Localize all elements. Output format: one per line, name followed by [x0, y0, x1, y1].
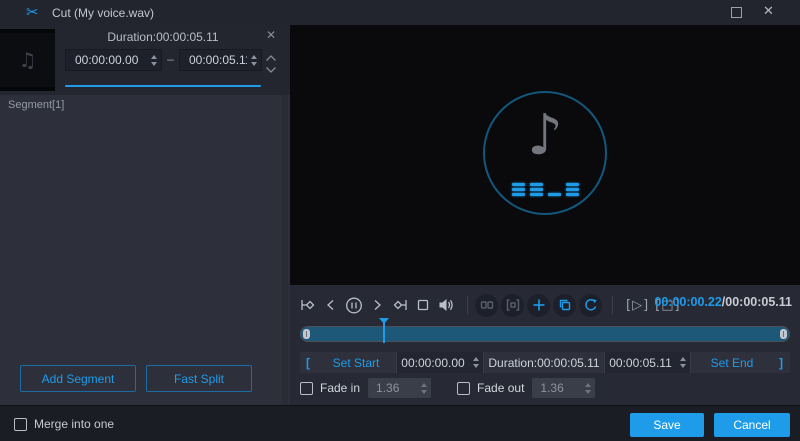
trim-start-spinbox[interactable]: [396, 352, 484, 373]
add-segment-button[interactable]: Add Segment: [20, 365, 136, 392]
segment-start-input[interactable]: [66, 53, 147, 67]
title-bar: ✂ Cut (My voice.wav) ✕: [0, 0, 800, 25]
trim-duration-label: Duration:00:00:05.11: [488, 355, 600, 370]
fade-in-checkbox[interactable]: [300, 381, 313, 395]
end-bracket-icon: ]: [779, 355, 783, 370]
spin-up-icon[interactable]: [421, 382, 428, 387]
copy-segment-button[interactable]: [553, 293, 576, 317]
trim-start-spinner[interactable]: [469, 352, 483, 373]
trim-end-spinbox[interactable]: [604, 352, 691, 373]
range-separator: –: [167, 52, 174, 66]
trim-end-spinner[interactable]: [676, 352, 690, 373]
fade-in-input[interactable]: [368, 381, 418, 395]
step-forward-icon[interactable]: [368, 296, 386, 314]
segment-duration-label: Duration:00:00:05.11: [107, 30, 219, 44]
fade-in-label: Fade in: [320, 381, 361, 395]
spin-down-icon[interactable]: [680, 364, 686, 368]
save-button[interactable]: Save: [630, 413, 704, 437]
trim-start-handle[interactable]: [303, 329, 310, 339]
segment-delete-icon[interactable]: ✕: [266, 28, 276, 42]
fade-out-spinner[interactable]: [581, 378, 595, 398]
spin-down-icon[interactable]: [151, 61, 157, 66]
segment-list-panel: ♫ Duration:00:00:05.11 – ✕: [0, 25, 290, 405]
spin-down-icon[interactable]: [421, 389, 428, 394]
spin-up-icon[interactable]: [585, 382, 592, 387]
play-segment-button[interactable]: [▷]: [626, 298, 649, 313]
divider: [612, 296, 613, 314]
add-segment-icon-button[interactable]: [527, 293, 550, 317]
set-end-button[interactable]: Set End: [691, 356, 773, 370]
fade-controls: Fade in Fade out: [300, 377, 621, 399]
spin-down-icon[interactable]: [585, 389, 592, 394]
segment-end-input[interactable]: [180, 53, 247, 67]
trim-bar: [ Set Start Duration:00:00:05.11 Set End…: [300, 352, 790, 373]
split-segment-button[interactable]: [475, 293, 498, 317]
cancel-button[interactable]: Cancel: [714, 413, 790, 437]
audio-preview-area: ♪: [290, 25, 800, 285]
trim-start-input[interactable]: [397, 355, 469, 370]
segment-move-down-icon[interactable]: [265, 63, 277, 77]
next-keyframe-icon[interactable]: [391, 296, 409, 314]
select-region-button[interactable]: [501, 293, 524, 317]
segment-start-spinner[interactable]: [147, 50, 161, 70]
spin-up-icon[interactable]: [251, 54, 257, 59]
fade-out-label: Fade out: [477, 381, 525, 395]
timeline: [300, 318, 790, 344]
equalizer-bars: [511, 183, 579, 196]
spin-up-icon[interactable]: [473, 357, 479, 361]
time-display: 00:00:00.22/00:00:05.11: [654, 295, 792, 309]
spin-up-icon[interactable]: [151, 54, 157, 59]
trim-end-input[interactable]: [605, 355, 676, 370]
stop-icon[interactable]: [414, 296, 432, 314]
fast-split-button[interactable]: Fast Split: [146, 365, 252, 392]
window-title: Cut (My voice.wav): [52, 6, 155, 20]
start-bracket-icon: [: [306, 355, 310, 370]
fade-out-checkbox[interactable]: [457, 381, 471, 395]
segment-list-scrollbar[interactable]: [282, 95, 288, 405]
set-start-button[interactable]: Set Start: [316, 356, 396, 370]
fade-out-input[interactable]: [532, 381, 582, 395]
cut-dialog: ✂ Cut (My voice.wav) ✕ ♫ Duration:00:00:…: [0, 0, 800, 441]
close-button[interactable]: ✕: [763, 4, 774, 19]
music-note-icon: ♪: [527, 103, 563, 168]
prev-keyframe-icon[interactable]: [299, 296, 317, 314]
segment-name: Segment[1]: [8, 99, 65, 111]
scissors-icon: ✂: [26, 3, 39, 21]
merge-into-one-checkbox[interactable]: [14, 417, 27, 431]
current-time: 00:00:00.22: [654, 295, 722, 309]
footer-bar: Merge into one Save Cancel: [0, 405, 800, 441]
audio-placeholder-circle: ♪: [483, 91, 607, 215]
fade-in-spinner[interactable]: [417, 378, 431, 398]
step-back-icon[interactable]: [322, 296, 340, 314]
segment-end-spinner[interactable]: [247, 50, 261, 70]
segment-thumbnail[interactable]: ♫: [0, 29, 55, 91]
segment-range-bar[interactable]: [65, 85, 261, 87]
volume-icon[interactable]: [437, 296, 455, 314]
divider: [467, 296, 468, 314]
reset-button[interactable]: [579, 293, 602, 317]
playback-control-panel: [▷] [□] 00:00:00.22/00:00:05.11 [ Set St…: [290, 285, 800, 405]
total-time: /00:00:05.11: [721, 295, 792, 309]
music-notes-icon: ♫: [18, 48, 37, 72]
merge-into-one-label: Merge into one: [34, 417, 115, 431]
fade-out-spinbox[interactable]: [532, 378, 596, 398]
segment-item[interactable]: ♫ Duration:00:00:05.11 – ✕: [0, 25, 290, 111]
timeline-track[interactable]: [300, 326, 790, 342]
spin-down-icon[interactable]: [473, 364, 479, 368]
fade-in-spinbox[interactable]: [368, 378, 432, 398]
segment-end-spinbox[interactable]: [179, 49, 262, 71]
transport-bar: [▷] [□]: [299, 292, 681, 318]
segment-start-spinbox[interactable]: [65, 49, 162, 71]
trim-end-handle[interactable]: [780, 329, 787, 339]
maximize-button[interactable]: [731, 7, 742, 18]
pause-button-icon[interactable]: [345, 296, 363, 314]
spin-down-icon[interactable]: [251, 61, 257, 66]
spin-up-icon[interactable]: [680, 357, 686, 361]
playhead[interactable]: [383, 323, 385, 343]
